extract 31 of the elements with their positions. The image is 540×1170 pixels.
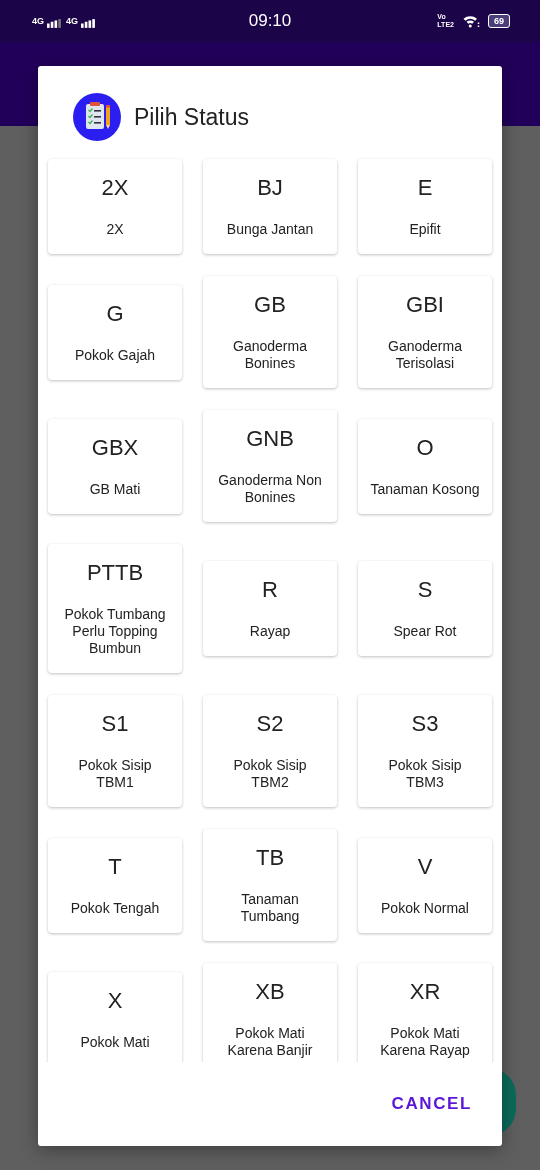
status-option[interactable]: PTTB Pokok Tumbang Perlu Topping Bumbun <box>48 544 182 673</box>
status-option[interactable]: X Pokok Mati <box>48 971 182 1062</box>
status-option[interactable]: GBI Ganoderma Terisolasi <box>358 276 492 388</box>
status-option[interactable]: GB Ganoderma Bonines <box>203 276 337 388</box>
signal-icon <box>81 18 96 28</box>
status-option[interactable]: S3 Pokok Sisip TBM3 <box>358 695 492 807</box>
status-option[interactable]: E Epifit <box>358 159 492 254</box>
clipboard-icon <box>73 93 121 141</box>
status-option[interactable]: GBX GB Mati <box>48 418 182 514</box>
status-option[interactable]: S Spear Rot <box>358 561 492 656</box>
status-option[interactable]: 2X 2X <box>48 159 182 254</box>
status-option[interactable]: S1 Pokok Sisip TBM1 <box>48 695 182 807</box>
status-option[interactable]: T Pokok Tengah <box>48 837 182 933</box>
status-option[interactable]: S2 Pokok Sisip TBM2 <box>203 695 337 807</box>
dialog-title: Pilih Status <box>134 103 250 131</box>
status-option[interactable]: XB Pokok Mati Karena Banjir <box>203 963 337 1062</box>
status-option[interactable]: GNB Ganoderma Non Bonines <box>203 410 337 522</box>
status-option[interactable]: O Tanaman Kosong <box>358 418 492 514</box>
status-option[interactable]: G Pokok Gajah <box>48 284 182 380</box>
wifi-icon <box>461 14 480 28</box>
status-option[interactable]: BJ Bunga Jantan <box>203 159 337 254</box>
battery-indicator: 69 <box>487 14 510 28</box>
clock-time: 09:10 <box>248 11 292 31</box>
signal-icon <box>47 18 61 28</box>
network-type: 4G <box>32 16 44 26</box>
status-option[interactable]: V Pokok Normal <box>358 837 492 933</box>
network-type: 4G <box>66 16 79 26</box>
status-option[interactable]: R Rayap <box>203 561 337 656</box>
status-option[interactable]: XR Pokok Mati Karena Rayap <box>358 963 492 1062</box>
status-option[interactable]: TB Tanaman Tumbang <box>203 829 337 941</box>
cancel-button[interactable]: CANCEL <box>383 1086 480 1122</box>
